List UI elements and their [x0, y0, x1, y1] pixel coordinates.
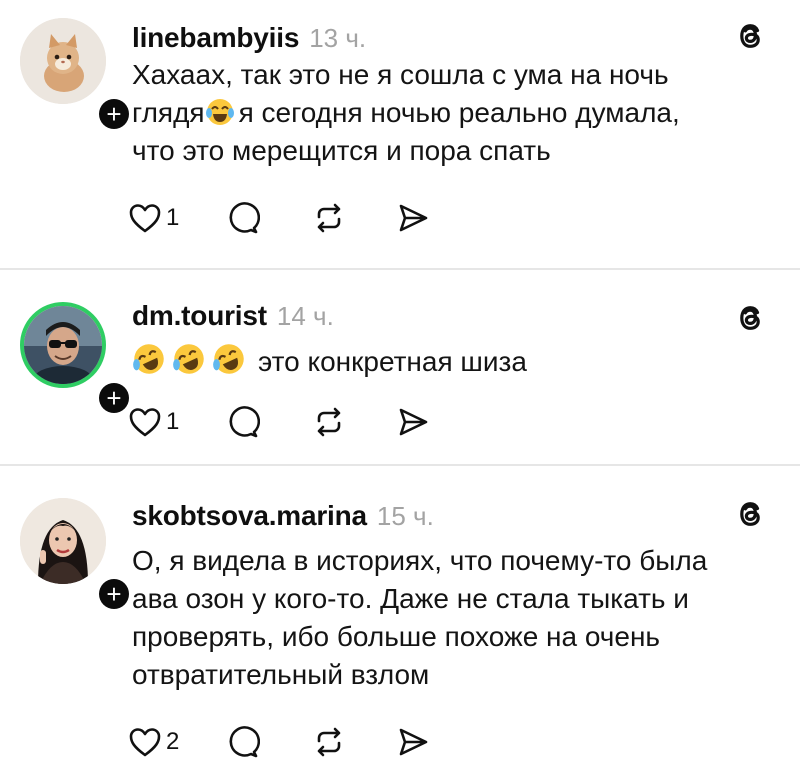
comment-line: проверять, ибо больше похоже на очень	[132, 621, 661, 652]
follow-button[interactable]: +	[95, 95, 133, 133]
repost-button[interactable]	[312, 402, 396, 442]
heart-icon	[129, 204, 161, 233]
comment-text: 🤣🤣🤣это конкретная шиза	[132, 342, 772, 381]
rolling-on-floor-laughing-emoji-icon	[133, 344, 164, 374]
comment-line: отвратительный взлом	[132, 659, 430, 690]
threads-logo-icon[interactable]	[733, 18, 769, 54]
share-icon	[399, 408, 428, 436]
share-button[interactable]	[396, 198, 430, 238]
avatar[interactable]: +	[20, 302, 133, 417]
timestamp: 14 ч.	[276, 301, 334, 331]
action-bar: 2	[128, 722, 430, 762]
threads-logo-icon[interactable]	[733, 496, 769, 532]
like-count: 2	[166, 728, 180, 755]
repost-button[interactable]	[312, 722, 396, 762]
comment-text: О, я видела в историях, что почему-то бы…	[132, 542, 772, 694]
comment-post: + skobtsova.marina 15 ч. О, я видела в и…	[0, 466, 800, 767]
share-icon	[399, 204, 428, 232]
heart-icon	[129, 728, 161, 757]
plus-icon: +	[99, 99, 129, 129]
avatar-photo	[20, 18, 106, 104]
timestamp: 13 ч.	[309, 23, 367, 53]
plus-icon: +	[99, 383, 129, 413]
repost-button[interactable]	[312, 198, 396, 238]
post-header: dm.tourist 14 ч.	[132, 300, 334, 332]
share-icon	[399, 728, 428, 756]
comment-line: ава озон у кого-то. Даже не стала тыкать…	[132, 583, 689, 614]
comment-icon	[229, 406, 260, 438]
comment-post: + linebambyiis 13 ч. Хахаах, так это не …	[0, 0, 800, 270]
repost-icon	[317, 727, 341, 757]
timestamp: 15 ч.	[376, 501, 434, 531]
like-button[interactable]: 1	[128, 198, 226, 238]
username[interactable]: skobtsova.marina	[132, 500, 367, 532]
share-button[interactable]	[396, 722, 430, 762]
avatar-photo	[20, 498, 106, 584]
avatar-photo	[20, 302, 106, 388]
comment-line: это конкретная шиза	[258, 346, 527, 377]
man-with-sunglasses-photo	[24, 306, 102, 384]
comment-fragment: глядя	[132, 97, 205, 128]
action-bar: 1	[128, 198, 430, 238]
repost-icon	[317, 203, 341, 233]
threads-comment-feed: + linebambyiis 13 ч. Хахаах, так это не …	[0, 0, 800, 767]
heart-icon	[129, 408, 161, 437]
like-count: 1	[166, 204, 180, 231]
action-bar: 1	[128, 402, 430, 442]
comment-line: О, я видела в историях, что почему-то бы…	[132, 545, 708, 576]
comment-fragment: я сегодня ночью реально думала,	[238, 97, 680, 128]
comment-icon	[229, 726, 260, 758]
avatar[interactable]: +	[20, 18, 133, 133]
like-button[interactable]: 1	[128, 402, 226, 442]
comment-line: глядя я сегодня ночью реально думала,	[132, 94, 772, 132]
rolling-on-floor-laughing-emoji-icon	[173, 344, 204, 374]
comment-icon	[229, 202, 260, 234]
follow-button[interactable]: +	[95, 575, 133, 613]
post-header: skobtsova.marina 15 ч.	[132, 500, 434, 532]
threads-logo-icon[interactable]	[733, 300, 769, 336]
username[interactable]: dm.tourist	[132, 300, 267, 332]
comment-button[interactable]	[226, 198, 312, 238]
comment-post: + dm.tourist 14 ч. 🤣🤣🤣это конкретная шиз…	[0, 270, 800, 466]
comment-text: Хахаах, так это не я сошла с ума на ночь…	[132, 56, 772, 170]
comment-button[interactable]	[226, 402, 312, 442]
plus-icon: +	[99, 579, 129, 609]
share-button[interactable]	[396, 402, 430, 442]
comment-line: Хахаах, так это не я сошла с ума на ночь	[132, 59, 669, 90]
woman-portrait-photo	[20, 498, 106, 584]
rolling-on-floor-laughing-emoji-icon	[213, 344, 244, 374]
comment-button[interactable]	[226, 722, 312, 762]
username[interactable]: linebambyiis	[132, 22, 299, 54]
avatar[interactable]: +	[20, 498, 133, 613]
like-count: 1	[166, 408, 180, 435]
tears-of-joy-emoji-icon	[205, 99, 234, 125]
like-button[interactable]: 2	[128, 722, 226, 762]
comment-line: что это мерещится и пора спать	[132, 135, 551, 166]
repost-icon	[317, 407, 341, 437]
post-header: linebambyiis 13 ч.	[132, 22, 366, 54]
kitten-photo	[20, 18, 106, 104]
